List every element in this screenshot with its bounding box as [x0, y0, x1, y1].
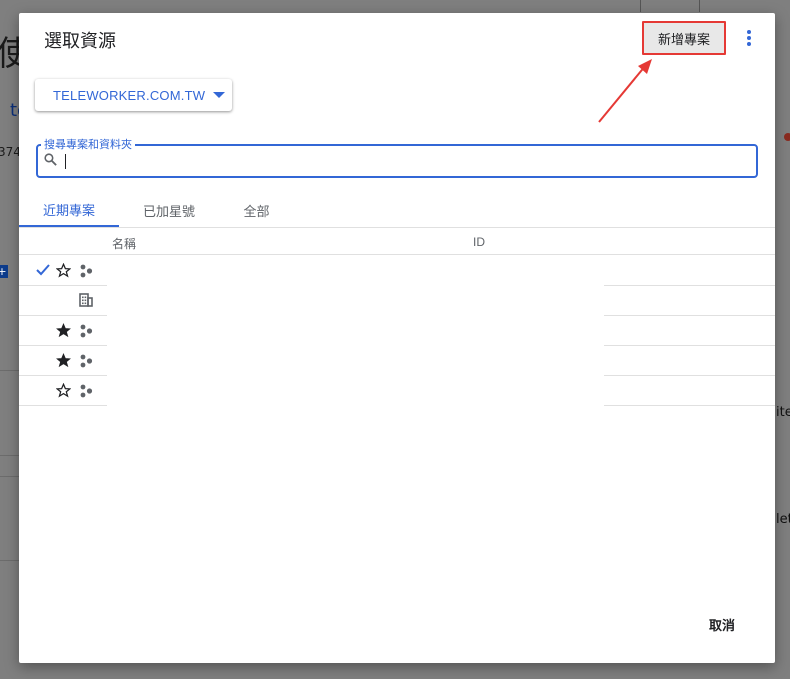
- column-header-name: 名稱: [112, 237, 137, 251]
- row-content: [107, 256, 604, 286]
- table-row[interactable]: [19, 286, 775, 316]
- organization-select[interactable]: TELEWORKER.COM.TW: [35, 79, 232, 111]
- row-content: [107, 316, 604, 346]
- project-icon: [80, 354, 93, 368]
- row-content: [107, 376, 604, 406]
- star-filled-icon[interactable]: [56, 323, 71, 338]
- table-row[interactable]: [19, 256, 775, 286]
- table-row[interactable]: [19, 346, 775, 376]
- background-dot: [784, 133, 790, 141]
- row-content: [107, 346, 604, 376]
- background-number-fragment: 374: [0, 145, 21, 159]
- tab-bar: 近期專案 已加星號 全部: [19, 193, 775, 227]
- background-divider: [0, 560, 19, 561]
- project-icon: [80, 384, 93, 398]
- table-row[interactable]: [19, 376, 775, 406]
- more-vert-icon[interactable]: [741, 27, 757, 49]
- background-right-fragment: ite: [776, 405, 790, 420]
- check-icon: [36, 264, 50, 276]
- row-content: [107, 286, 604, 316]
- background-divider: [0, 476, 19, 477]
- background-divider: [0, 455, 19, 456]
- select-resource-dialog: 選取資源 新增專案 TELEWORKER.COM.TW 搜尋專案和資料夾 近期專…: [19, 13, 775, 663]
- table-header: 名稱 ID: [19, 227, 775, 255]
- caret-down-icon: [213, 92, 226, 98]
- new-project-button[interactable]: 新增專案: [642, 21, 726, 55]
- background-right-fragment: let: [776, 512, 790, 527]
- organization-select-value: TELEWORKER.COM.TW: [53, 87, 206, 103]
- star-outline-icon[interactable]: [56, 263, 71, 278]
- dialog-title: 選取資源: [44, 31, 116, 52]
- search-icon: [44, 153, 57, 166]
- cancel-button[interactable]: 取消: [709, 615, 735, 634]
- annotation-arrow: [598, 59, 652, 123]
- background-graphic: [640, 0, 700, 12]
- tab-all[interactable]: 全部: [219, 193, 294, 227]
- star-filled-icon[interactable]: [56, 353, 71, 368]
- project-icon: [80, 264, 93, 278]
- table-row[interactable]: [19, 316, 775, 346]
- search-label: 搜尋專案和資料夾: [41, 136, 135, 152]
- text-cursor: [65, 154, 66, 169]
- search-input[interactable]: [63, 152, 743, 170]
- tab-recent-projects[interactable]: 近期專案: [19, 193, 119, 227]
- organization-icon: [79, 293, 93, 307]
- project-icon: [80, 324, 93, 338]
- column-header-id: ID: [473, 235, 485, 249]
- background-chip: +: [0, 265, 8, 278]
- star-outline-icon[interactable]: [56, 383, 71, 398]
- tab-starred[interactable]: 已加星號: [119, 193, 219, 227]
- background-divider: [0, 370, 19, 371]
